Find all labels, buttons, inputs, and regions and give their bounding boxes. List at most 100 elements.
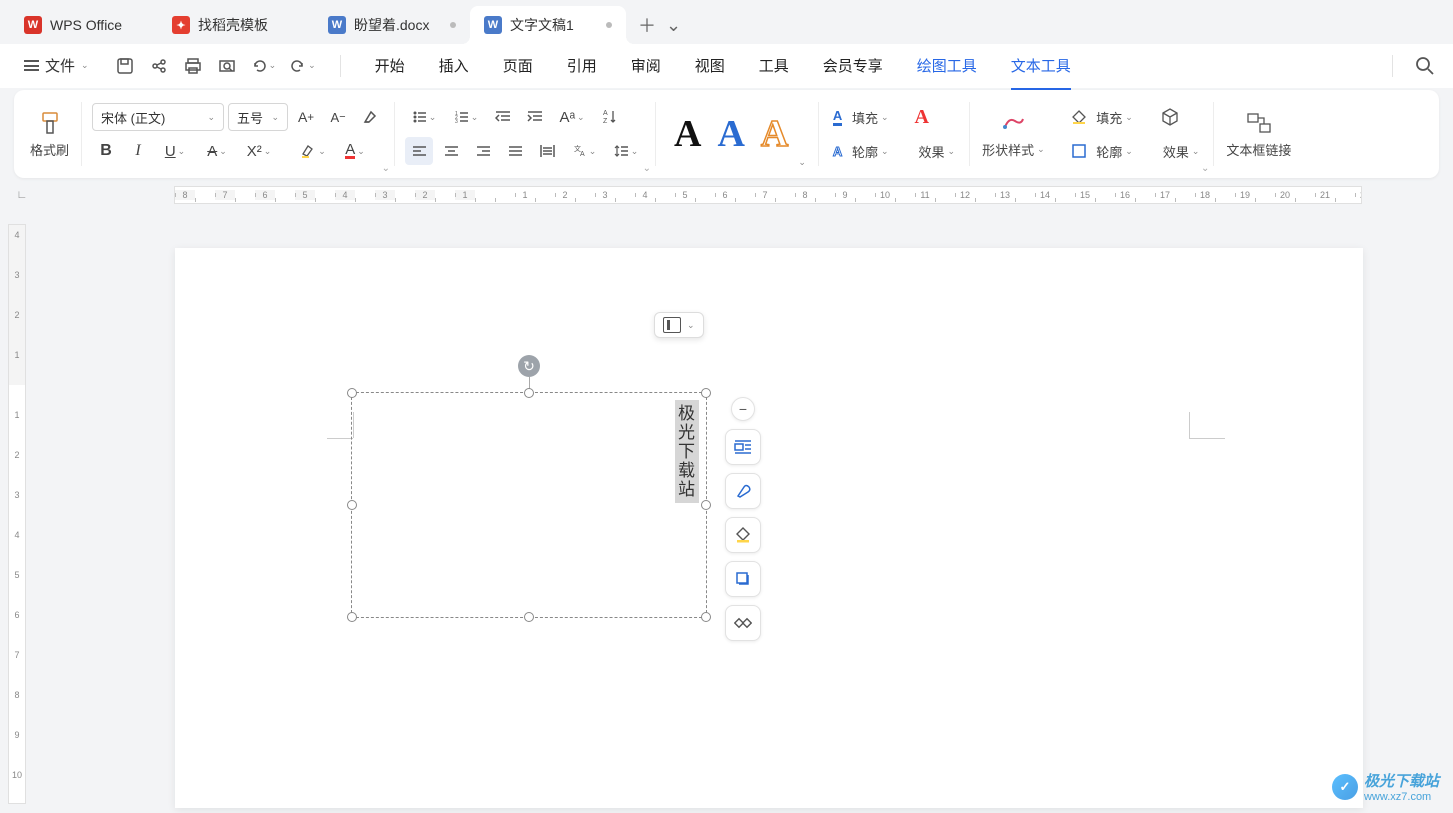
- menu-insert[interactable]: 插入: [439, 51, 469, 80]
- document-canvas[interactable]: ⌄ ↻ 极光下载站 −: [175, 248, 1363, 808]
- collapse-button[interactable]: −: [731, 397, 755, 421]
- menu-member[interactable]: 会员专享: [823, 51, 883, 80]
- menu-drawing-tools[interactable]: 绘图工具: [917, 51, 977, 80]
- shape-style-button[interactable]: 形状样式⌄: [982, 110, 1045, 159]
- share-icon[interactable]: [149, 56, 169, 76]
- format-painter-button[interactable]: 格式刷: [30, 110, 69, 159]
- shape-fill-button[interactable]: 填充⌄: [1067, 106, 1137, 129]
- print-preview-icon[interactable]: [217, 56, 237, 76]
- tab-label: 找稻壳模板: [198, 15, 268, 35]
- font-color-icon[interactable]: A⌄: [336, 137, 374, 165]
- fill-tool-icon[interactable]: [725, 517, 761, 553]
- resize-handle-tl[interactable]: [347, 388, 357, 398]
- menu-review[interactable]: 审阅: [631, 51, 661, 80]
- expand-shape-icon[interactable]: ⌄: [1201, 163, 1209, 174]
- expand-font-icon[interactable]: ⌄: [382, 163, 390, 174]
- resize-handle-bm[interactable]: [524, 612, 534, 622]
- align-justify-icon[interactable]: [501, 137, 529, 165]
- font-family-select[interactable]: 宋体 (正文)⌄: [92, 103, 224, 131]
- file-menu[interactable]: 文件 ⌄: [18, 51, 95, 80]
- bold-icon[interactable]: B: [92, 137, 120, 165]
- undo-button[interactable]: ⌄: [251, 56, 277, 76]
- resize-handle-bl[interactable]: [347, 612, 357, 622]
- chevron-down-icon: ⌄: [318, 146, 326, 157]
- line-spacing-icon[interactable]: ⌄: [607, 137, 645, 165]
- watermark-url: www.xz7.com: [1364, 791, 1439, 803]
- modified-dot-icon: [606, 22, 612, 28]
- tab-label: 文字文稿1: [510, 15, 574, 35]
- superscript-icon[interactable]: X²⌄: [240, 137, 278, 165]
- decrease-indent-icon[interactable]: [489, 103, 517, 131]
- tab-home[interactable]: W WPS Office: [10, 6, 158, 44]
- text-direction-icon[interactable]: 文A⌄: [565, 137, 603, 165]
- menu-view[interactable]: 视图: [695, 51, 725, 80]
- underline-icon[interactable]: U⌄: [156, 137, 194, 165]
- chevron-down-icon: ⌄: [1125, 146, 1133, 157]
- font-size-select[interactable]: 五号⌄: [228, 103, 288, 131]
- shape-effect-dropdown[interactable]: 效果⌄: [1159, 140, 1204, 163]
- format-painter-icon: [37, 110, 63, 136]
- group-textbox-link: 文本框链接: [1214, 90, 1303, 178]
- align-center-icon[interactable]: [437, 137, 465, 165]
- tab-doc-1[interactable]: W 盼望着.docx: [314, 6, 470, 44]
- rotate-handle[interactable]: ↻: [518, 355, 540, 377]
- hamburger-icon: [24, 60, 39, 71]
- clear-format-icon[interactable]: [356, 103, 384, 131]
- search-icon[interactable]: [1415, 56, 1435, 76]
- menu-start[interactable]: 开始: [375, 51, 405, 80]
- text-effect-button[interactable]: A: [915, 106, 929, 129]
- highlight-icon[interactable]: ⌄: [294, 137, 332, 165]
- vertical-ruler[interactable]: 432112345678910111213: [8, 224, 26, 804]
- text-fill-button[interactable]: A 填充⌄: [829, 106, 893, 129]
- new-tab-button[interactable]: ＋: [638, 12, 656, 38]
- decrease-font-icon[interactable]: A−: [324, 103, 352, 131]
- strikethrough-icon[interactable]: A⌄: [198, 137, 236, 165]
- tab-options-dropdown[interactable]: ⌄: [666, 15, 681, 36]
- resize-handle-tr[interactable]: [701, 388, 711, 398]
- more-tool-icon[interactable]: [725, 605, 761, 641]
- text-effect-dropdown[interactable]: 效果⌄: [915, 140, 960, 163]
- svg-text:A: A: [580, 151, 585, 158]
- tab-templates[interactable]: ✦ 找稻壳模板: [158, 6, 314, 44]
- horizontal-ruler[interactable]: 8765432112345678910111213141516171819202…: [174, 186, 1362, 204]
- layout-options-popup[interactable]: ⌄: [654, 312, 704, 338]
- align-right-icon[interactable]: [469, 137, 497, 165]
- increase-font-icon[interactable]: A+: [292, 103, 320, 131]
- save-icon[interactable]: [115, 56, 135, 76]
- text-outline-button[interactable]: A 轮廓⌄: [829, 140, 893, 163]
- bullets-icon[interactable]: ⌄: [405, 103, 443, 131]
- increase-indent-icon[interactable]: [521, 103, 549, 131]
- resize-handle-tm[interactable]: [524, 388, 534, 398]
- expand-paragraph-icon[interactable]: ⌄: [643, 163, 651, 174]
- chevron-down-icon: ⌄: [881, 112, 889, 123]
- margin-guide: [1189, 412, 1190, 438]
- numbering-icon[interactable]: 123⌄: [447, 103, 485, 131]
- brush-tool-icon[interactable]: [725, 473, 761, 509]
- shadow-tool-icon[interactable]: [725, 561, 761, 597]
- tab-doc-2[interactable]: W 文字文稿1: [470, 6, 626, 44]
- distribute-icon[interactable]: [533, 137, 561, 165]
- menu-reference[interactable]: 引用: [567, 51, 597, 80]
- sort-icon[interactable]: AZ: [595, 103, 623, 131]
- menu-page[interactable]: 页面: [503, 51, 533, 80]
- menu-text-tools[interactable]: 文本工具: [1011, 51, 1071, 90]
- text-style-3[interactable]: A: [755, 112, 794, 156]
- layout-tool-icon[interactable]: [725, 429, 761, 465]
- redo-button[interactable]: ⌄: [290, 56, 316, 76]
- styles-more-icon[interactable]: ⌄: [798, 157, 806, 168]
- chevron-down-icon: ⌄: [81, 60, 89, 71]
- resize-handle-ml[interactable]: [347, 500, 357, 510]
- text-box[interactable]: ↻ 极光下载站: [351, 392, 707, 618]
- shape-outline-button[interactable]: 轮廓⌄: [1067, 140, 1137, 163]
- text-style-2[interactable]: A: [711, 112, 750, 156]
- align-left-icon[interactable]: [405, 137, 433, 165]
- text-style-1[interactable]: A: [668, 112, 707, 156]
- resize-handle-mr[interactable]: [701, 500, 711, 510]
- italic-icon[interactable]: I: [124, 137, 152, 165]
- menu-tools[interactable]: 工具: [759, 51, 789, 80]
- print-icon[interactable]: [183, 56, 203, 76]
- textbox-link-button[interactable]: 文本框链接: [1226, 110, 1291, 159]
- change-case-icon[interactable]: Aᵃ⌄: [553, 103, 591, 131]
- text-content[interactable]: 极光下载站: [675, 400, 699, 503]
- resize-handle-br[interactable]: [701, 612, 711, 622]
